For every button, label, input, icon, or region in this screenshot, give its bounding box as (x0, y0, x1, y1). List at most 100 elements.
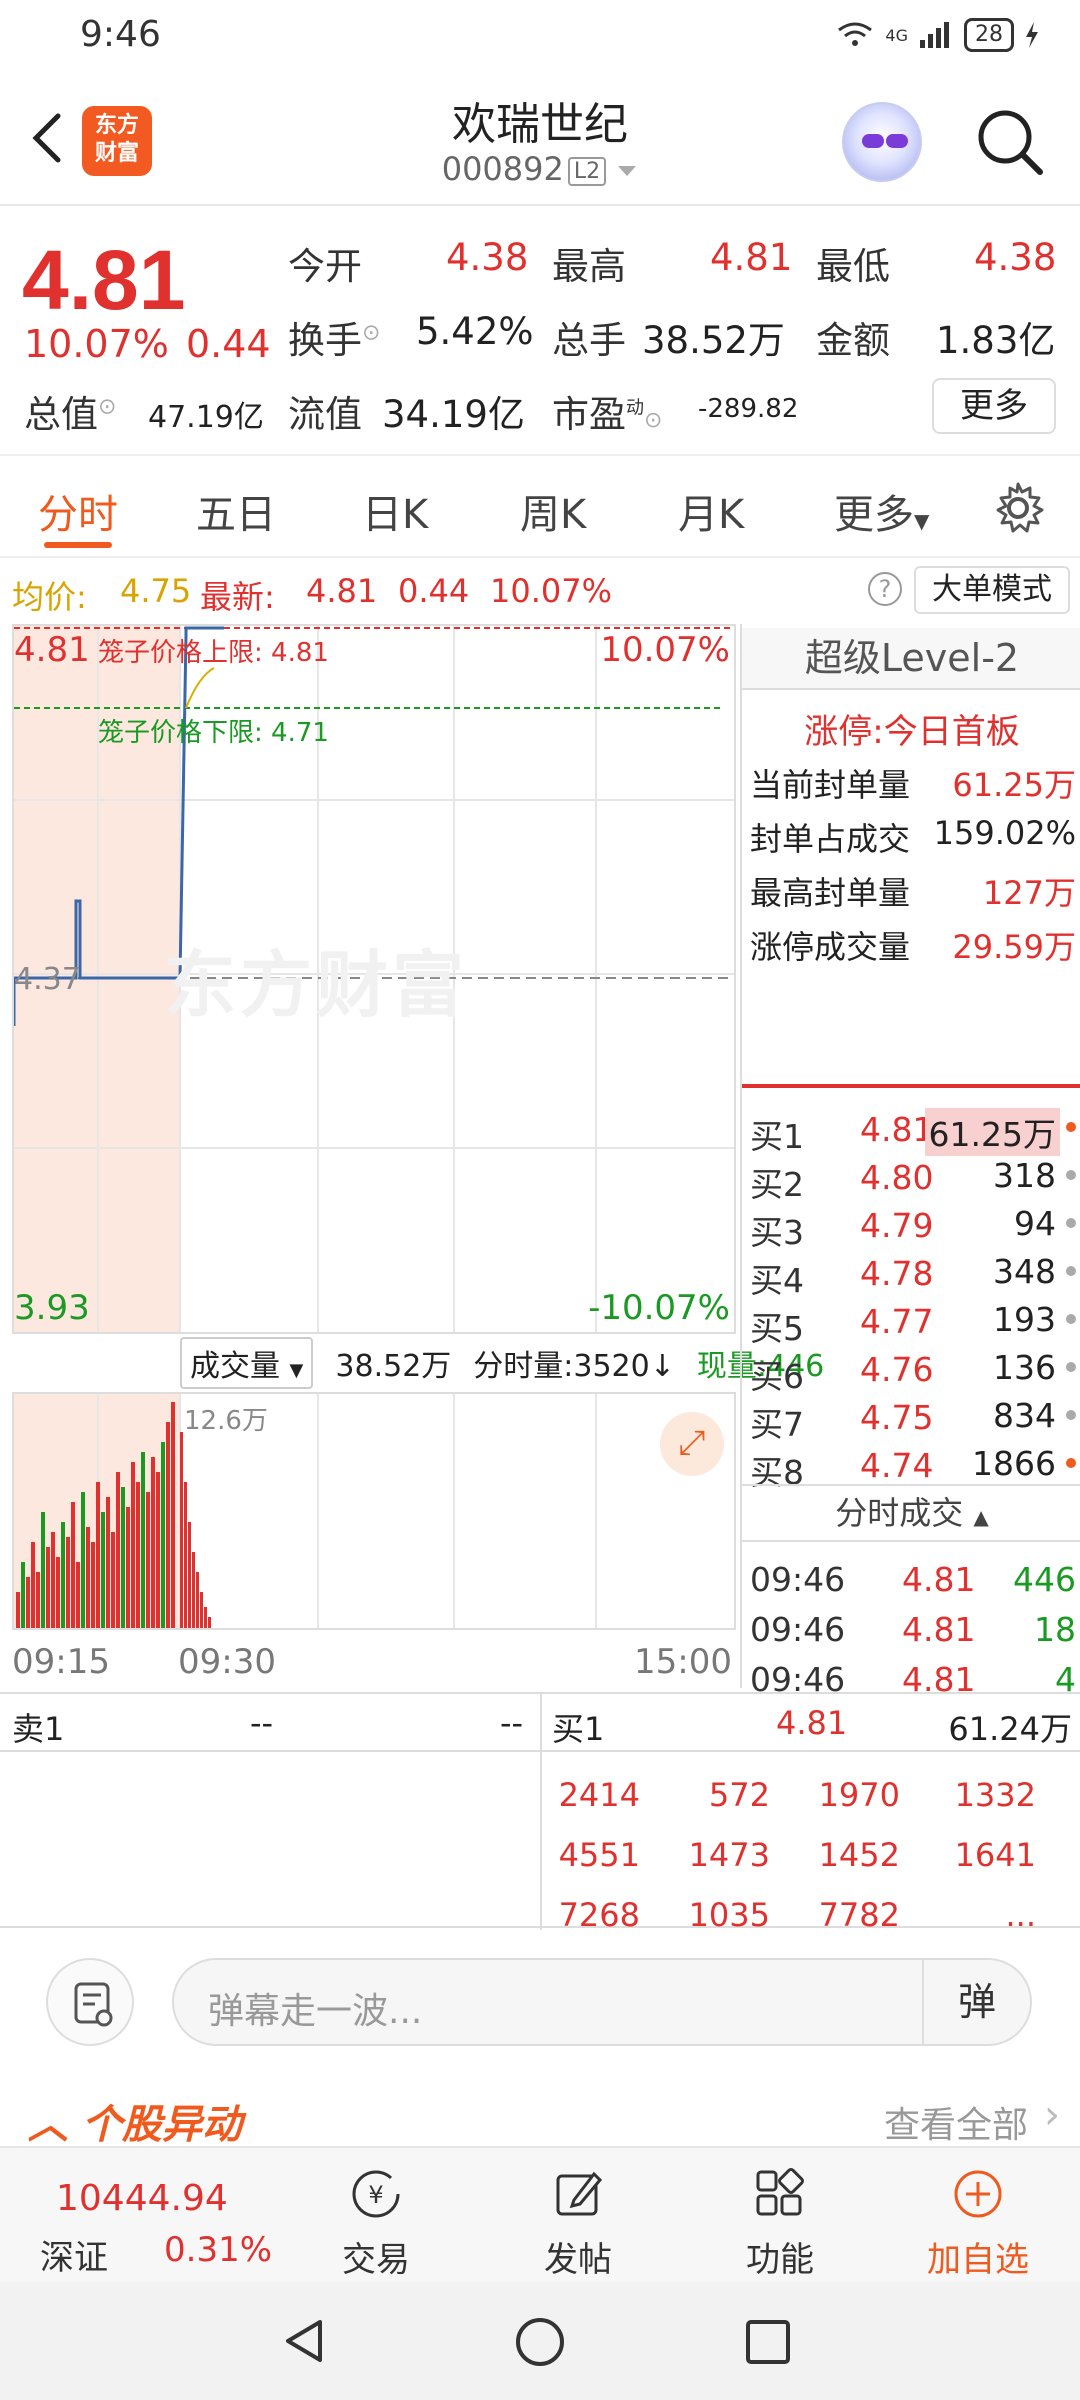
queue-order: 1035 (688, 1896, 770, 1934)
bid-row[interactable]: 买7 4.75 834 (742, 1392, 1080, 1444)
help-icon[interactable]: ? (868, 572, 902, 606)
danmu-send-button[interactable]: 弹 (922, 1960, 1030, 2044)
volume-bar (136, 1482, 140, 1628)
bid-row[interactable]: 买3 4.79 94 (742, 1200, 1080, 1252)
index-widget[interactable]: 10444.94 深证 0.31% (0, 2162, 290, 2278)
danmu-input[interactable]: 弹幕走一波... 弹 (172, 1958, 1032, 2046)
bid-row[interactable]: 买4 4.78 348 (742, 1248, 1080, 1300)
cage-upper-label: 笼子价格上限: 4.81 (98, 638, 329, 668)
latest-percent: 10.07% (490, 572, 613, 610)
bid-dot (1066, 1170, 1076, 1180)
big-order-mode-button[interactable]: 大单模式 (914, 566, 1070, 614)
avg-label: 均价: (12, 578, 87, 616)
bid-label: 买3 (750, 1213, 804, 1252)
volume-bar (171, 1402, 175, 1628)
level2-title[interactable]: 超级Level-2 (742, 628, 1080, 690)
expand-icon[interactable]: ⤢ (660, 1412, 724, 1476)
bid-row[interactable]: 买2 4.80 318 (742, 1152, 1080, 1204)
trade-button[interactable]: ¥ 交易 (296, 2166, 456, 2281)
chevron-up-icon: ︿ (28, 2102, 68, 2148)
function-button[interactable]: 功能 (700, 2166, 860, 2281)
bid-volume: 94 (1014, 1204, 1056, 1243)
tab-daily-k[interactable]: 日K (362, 482, 428, 540)
nav-recents-icon[interactable] (744, 2318, 792, 2366)
seal-max-row: 最高封单量 127万 (750, 868, 1076, 914)
pe-label-text: 市盈 (552, 393, 626, 436)
volume-bar (61, 1522, 65, 1628)
sell1-price: -- (250, 1704, 274, 1742)
volume-bar (111, 1532, 115, 1628)
bottom-toolbar: 10444.94 深证 0.31% ¥ 交易 发帖 功能 加自选 (0, 2146, 1080, 2282)
tab-weekly-k[interactable]: 周K (520, 482, 586, 540)
alert-title[interactable]: ︿ 个股异动 (28, 2092, 242, 2150)
tab-five-day[interactable]: 五日 (196, 482, 276, 540)
function-label: 功能 (746, 2240, 814, 2280)
open-value: 4.38 (446, 236, 529, 279)
search-icon[interactable] (970, 102, 1050, 182)
dropdown-icon: ▼ (914, 509, 930, 533)
bid-price: 4.79 (860, 1206, 934, 1245)
tick-time: 09:46 (750, 1560, 846, 1599)
sell1-label: 卖1 (12, 1710, 65, 1748)
bid-row[interactable]: 买8 4.74 1866 (742, 1440, 1080, 1492)
bid-dot (1066, 1410, 1076, 1420)
bid-volume: 136 (993, 1348, 1056, 1387)
level-badge: L2 (567, 156, 607, 186)
tab-more-label: 更多 (834, 492, 914, 538)
queue-order: 7782 (818, 1896, 900, 1934)
view-all-link[interactable]: 查看全部 (884, 2096, 1028, 2148)
bid-volume: 348 (993, 1252, 1056, 1291)
avg-value: 4.75 (120, 572, 192, 610)
volume-bar (156, 1472, 160, 1628)
bid-row[interactable]: 买1 4.81 61.25万 (742, 1104, 1080, 1156)
trade-icon: ¥ (352, 2170, 400, 2218)
settings-icon[interactable] (990, 480, 1046, 536)
tab-monthly-k[interactable]: 月K (678, 482, 744, 540)
pe-label[interactable]: 市盈动⊙ (552, 384, 662, 438)
divider (0, 1750, 540, 1752)
nav-home-icon[interactable] (514, 2316, 566, 2368)
volume-bar (126, 1507, 130, 1628)
ticks-header[interactable]: 分时成交 ▲ (742, 1484, 1080, 1542)
volume-selector[interactable]: 成交量 ▼ (180, 1337, 314, 1389)
more-button[interactable]: 更多 (932, 378, 1056, 434)
volume-bar (81, 1492, 85, 1628)
volume-bar (161, 1442, 165, 1628)
volume-bar (204, 1607, 207, 1628)
intraday-chart[interactable]: 东方财富 4.81 10.07% 笼子价格上限: 4.81 笼子价格下限: 4.… (12, 624, 736, 1334)
queue-order: 1473 (688, 1836, 770, 1874)
danmu-list-icon[interactable] (46, 1958, 134, 2046)
latest-change: 0.44 (398, 572, 470, 610)
apps-icon (756, 2168, 804, 2216)
ticks-title: 分时成交 (835, 1494, 964, 1532)
volume-bar (180, 1432, 183, 1628)
post-button[interactable]: 发帖 (498, 2166, 658, 2281)
volume-bar (151, 1457, 155, 1628)
nav-back-icon[interactable] (280, 2316, 330, 2366)
add-watchlist-button[interactable]: 加自选 (898, 2166, 1058, 2281)
stock-code: 000892 (441, 150, 564, 188)
status-icons: 4G 28 (835, 18, 1040, 52)
current-price: 4.81 (22, 233, 186, 327)
tick-row: 09:46 4.81 446 (742, 1554, 1080, 1602)
dropdown-icon: ▼ (289, 1360, 304, 1381)
info-icon: ⊙ (98, 394, 117, 420)
alert-title-text: 个股异动 (81, 2102, 242, 2148)
robot-assistant-icon[interactable] (842, 102, 922, 182)
bid-row[interactable]: 买5 4.77 193 (742, 1296, 1080, 1348)
tab-intraday[interactable]: 分时 (38, 482, 118, 540)
volume-label: 总手 (552, 319, 626, 362)
bid-row[interactable]: 买6 4.76 136 (742, 1344, 1080, 1396)
bid-price: 4.75 (860, 1398, 934, 1437)
queue-order: 1641 (954, 1836, 1036, 1874)
turnover-label[interactable]: 换手⊙ (288, 310, 380, 364)
volume-value: 38.52万 (642, 319, 785, 362)
volume-chart[interactable]: 12.6万 (12, 1392, 736, 1630)
tab-more[interactable]: 更多▼ (834, 482, 929, 540)
mktcap-label[interactable]: 总值⊙ (24, 384, 116, 438)
latest-value: 4.81 (306, 572, 378, 610)
quote-panel: 4.81 10.07% 0.44 今开 4.38 最高 4.81 最低 4.38… (0, 208, 1080, 456)
pe-sup: 动 (626, 397, 644, 419)
volume-bar (146, 1492, 150, 1628)
danmu-placeholder: 弹幕走一波... (208, 1991, 423, 2032)
